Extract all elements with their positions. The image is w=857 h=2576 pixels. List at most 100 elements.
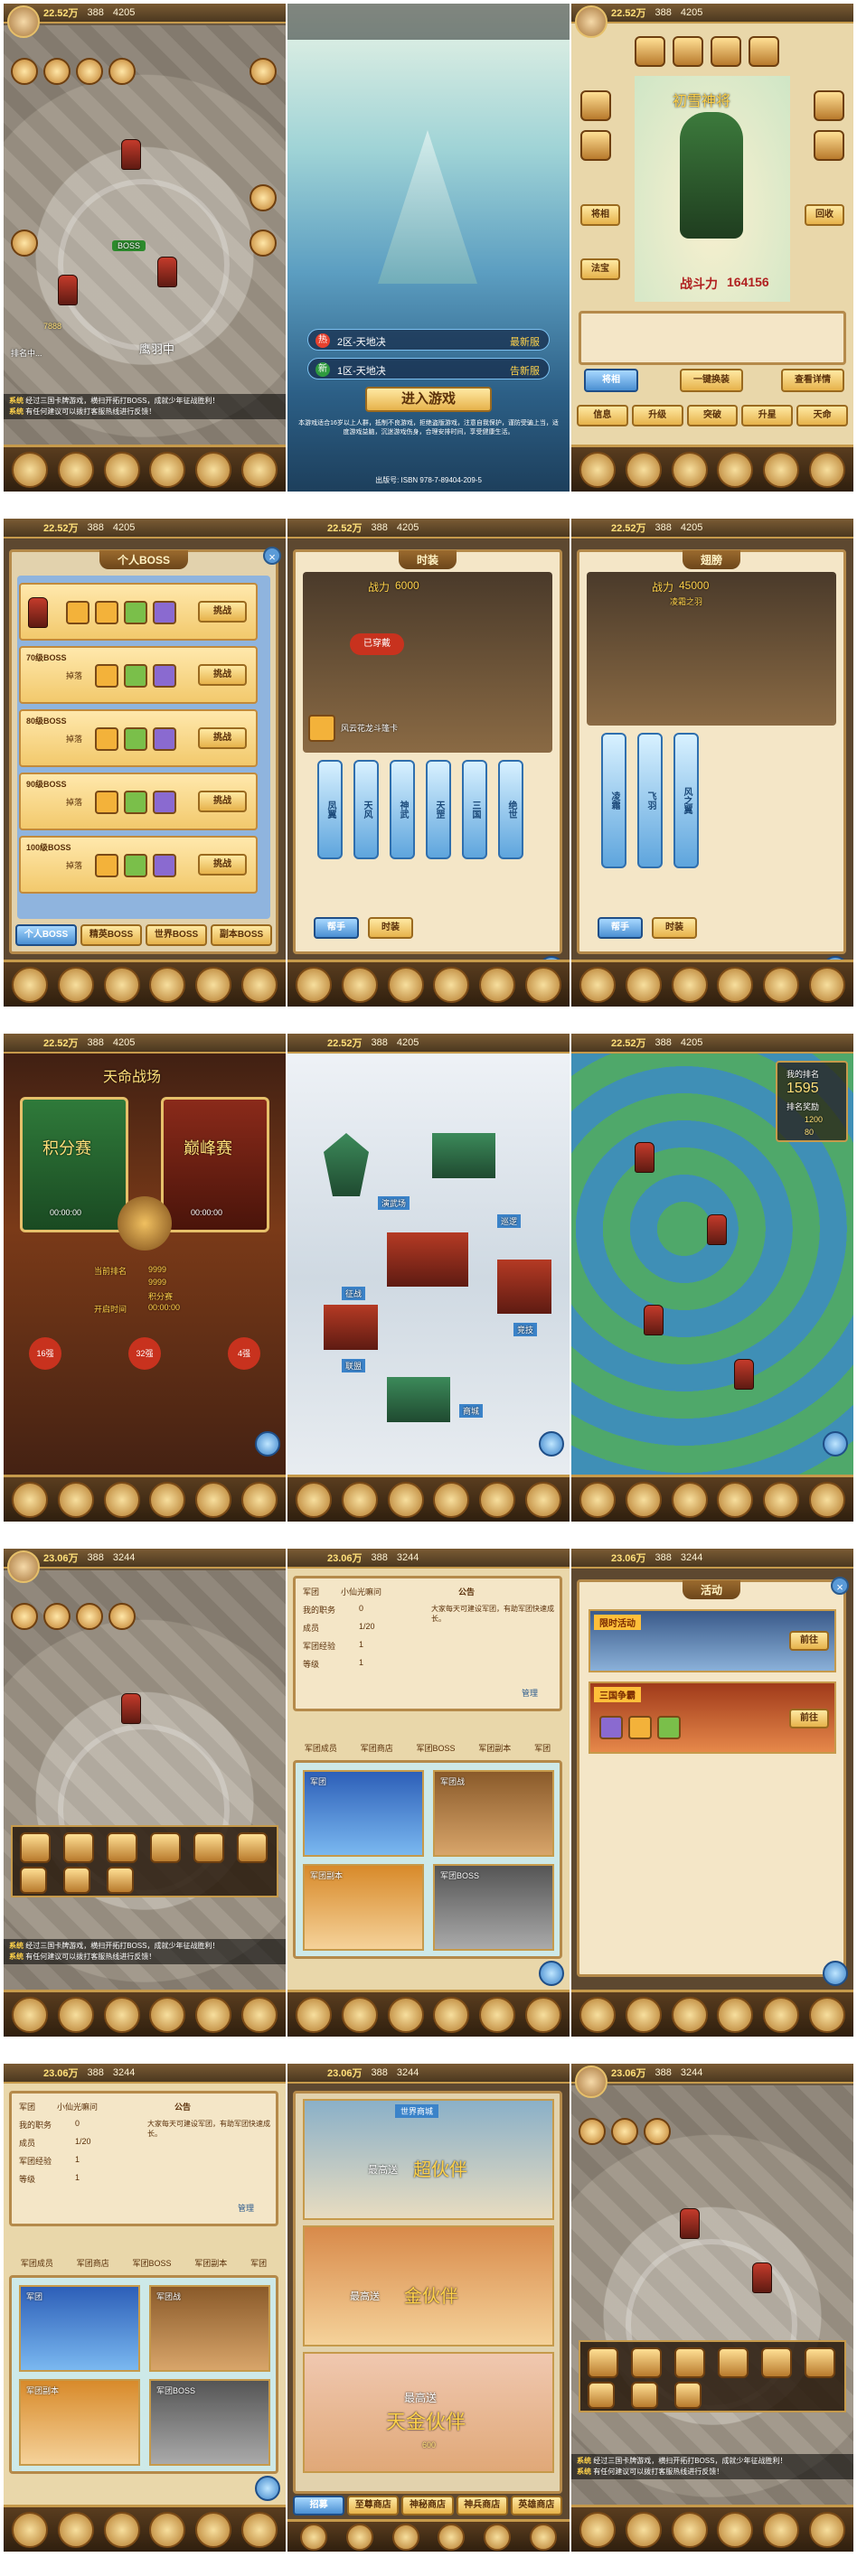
nav-button[interactable] [12, 966, 49, 1003]
nav-button[interactable] [149, 451, 186, 488]
chat-icon[interactable] [539, 1961, 564, 1986]
arena-building[interactable] [497, 1260, 551, 1314]
task-icon[interactable] [11, 229, 38, 257]
server-row[interactable]: 热 2区-天地决 最新服 [307, 329, 550, 351]
main-hall[interactable] [387, 1232, 468, 1287]
gift-icon[interactable] [43, 1603, 71, 1630]
chat-icon[interactable] [823, 1431, 848, 1457]
nav-button[interactable] [625, 1481, 662, 1518]
wing-slot[interactable]: 凌霜 [601, 733, 626, 868]
nav-button[interactable] [433, 1481, 470, 1518]
nav-button[interactable] [149, 966, 186, 1003]
player-sprite[interactable] [734, 1359, 754, 1390]
player-avatar[interactable] [7, 1550, 40, 1583]
hero-portrait[interactable] [711, 36, 741, 67]
nav-button[interactable] [194, 1996, 231, 2033]
challenge-button[interactable]: 挑战 [198, 854, 247, 876]
event-icon[interactable] [579, 2118, 606, 2145]
guild-action[interactable]: 军团副本 [478, 1717, 511, 1753]
tab-upgrade[interactable]: 升级 [631, 405, 683, 426]
nav-button[interactable] [149, 1996, 186, 2033]
chat-box[interactable]: 系统 经过三国卡牌游戏，横扫开拓打BOSS，成就少年征战胜利！ 系统 有任何建议… [571, 2454, 853, 2479]
gift-icon[interactable] [611, 2118, 638, 2145]
guild-action[interactable]: 军团成员 [21, 2232, 53, 2268]
fashion-slot[interactable]: 凤翼 [317, 760, 343, 859]
stage-16[interactable]: 16强 [29, 1337, 61, 1370]
shop-banner[interactable]: 世界商城 最高送 超伙伴 [303, 2099, 554, 2220]
manage-link[interactable]: 管理 [238, 2202, 254, 2214]
menu-icon[interactable] [20, 1867, 47, 1894]
close-icon[interactable]: × [263, 547, 281, 565]
menu-icon[interactable] [63, 1832, 94, 1863]
tab-breakthrough[interactable]: 突破 [686, 405, 739, 426]
nav-button[interactable] [149, 2511, 186, 2548]
nav-button[interactable] [717, 2511, 754, 2548]
feature-card[interactable]: 军团BOSS [433, 1864, 554, 1951]
nav-button[interactable] [524, 1996, 561, 2033]
nav-button[interactable] [478, 966, 515, 1003]
menu-icon[interactable] [805, 2347, 835, 2378]
nav-button[interactable] [762, 1481, 799, 1518]
shop-icon[interactable] [76, 58, 103, 85]
nav-button[interactable] [149, 1481, 186, 1518]
recycle-button[interactable]: 回收 [805, 204, 844, 226]
tab-vip-shop[interactable]: 至尊商店 [347, 2496, 400, 2515]
player-avatar[interactable] [575, 2065, 607, 2098]
menu-icon[interactable] [20, 1832, 51, 1863]
nav-button[interactable] [194, 1481, 231, 1518]
guild-action[interactable]: 军团BOSS [416, 1717, 455, 1753]
nav-button[interactable] [240, 1996, 278, 2033]
tab-mystery-shop[interactable]: 神秘商店 [401, 2496, 454, 2515]
guild-action[interactable]: 军团副本 [194, 2232, 227, 2268]
nav-button[interactable] [579, 966, 617, 1003]
guild-action[interactable]: 军团商店 [361, 1717, 393, 1753]
player-sprite[interactable] [635, 1142, 655, 1173]
nav-button[interactable] [387, 1481, 424, 1518]
nav-button[interactable] [103, 1481, 140, 1518]
guild-action[interactable]: 军团 [250, 2232, 267, 2268]
player-avatar[interactable] [7, 5, 40, 38]
guild-action[interactable]: 军团 [534, 1717, 551, 1753]
nav-button[interactable] [717, 966, 754, 1003]
hero-sprite[interactable] [680, 2208, 700, 2239]
tab-weapon-shop[interactable]: 神兵商店 [456, 2496, 508, 2515]
wing-slot[interactable]: 飞羽 [637, 733, 663, 868]
shop-banner[interactable]: 最高送 天金伙伴 600 [303, 2352, 554, 2473]
chat-icon[interactable] [539, 1431, 564, 1457]
enemy-sprite[interactable] [58, 275, 78, 305]
nav-button[interactable] [194, 451, 231, 488]
nav-button[interactable] [433, 966, 470, 1003]
manage-link[interactable]: 管理 [522, 1687, 538, 1699]
palace[interactable] [432, 1133, 495, 1178]
item-icon[interactable] [308, 715, 335, 742]
nav-button[interactable] [194, 966, 231, 1003]
market[interactable] [387, 1377, 450, 1422]
shop-banner[interactable]: 最高送 金伙伴 [303, 2225, 554, 2347]
nav-button[interactable] [12, 2511, 49, 2548]
equip-slot[interactable] [814, 130, 844, 161]
nav-button[interactable] [478, 1481, 515, 1518]
challenge-button[interactable]: 挑战 [198, 601, 247, 623]
nav-button[interactable] [341, 1996, 378, 2033]
helper-button[interactable]: 帮手 [598, 917, 643, 939]
feature-card[interactable]: 军团副本 [19, 2379, 140, 2466]
helper-button[interactable]: 帮手 [314, 917, 359, 939]
nav-button[interactable] [103, 1996, 140, 2033]
nav-button[interactable] [12, 1996, 49, 2033]
nav-button[interactable] [57, 451, 94, 488]
auto-equip-button[interactable]: 一键换装 [680, 369, 743, 392]
nav-button[interactable] [762, 451, 799, 488]
nav-button[interactable] [478, 1996, 515, 2033]
chat-icon[interactable] [823, 1961, 848, 1986]
hero-portrait[interactable] [749, 36, 779, 67]
tab-hero-shop[interactable]: 英雄商店 [510, 2496, 563, 2515]
barracks[interactable] [324, 1305, 378, 1350]
nav-button[interactable] [625, 966, 662, 1003]
go-button[interactable]: 前往 [789, 1709, 829, 1728]
tab-star[interactable]: 升星 [741, 405, 794, 426]
general-button[interactable]: 将相 [580, 204, 620, 226]
menu-icon[interactable] [674, 2382, 702, 2409]
nav-button[interactable] [240, 2511, 278, 2548]
fashion-button[interactable]: 时装 [652, 917, 697, 939]
challenge-button[interactable]: 挑战 [198, 664, 247, 686]
